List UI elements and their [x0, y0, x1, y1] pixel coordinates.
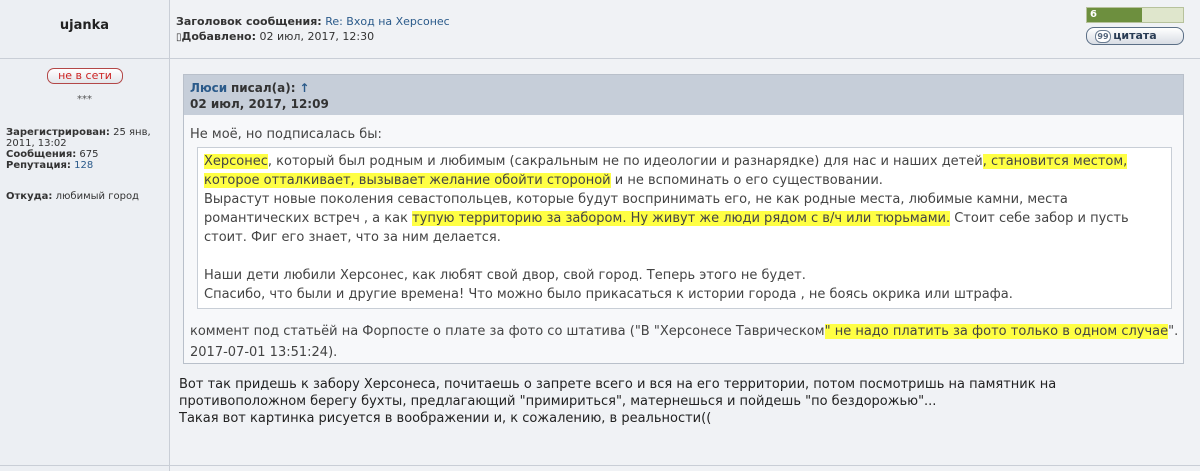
quote-source-note: коммент под статьёй на Форпосте о плате …: [190, 321, 1180, 363]
quote-intro: Не моё, но подписалась бы:: [190, 127, 382, 142]
rating-bar: 6: [1086, 7, 1184, 23]
quote-button-label: цитата: [1113, 29, 1157, 42]
speech-bubble-icon: 99: [1095, 30, 1111, 43]
user-profile-info: Зарегистрирован: 25 янв, 2011, 13:02 Соо…: [6, 127, 166, 202]
status-badge: не в сети: [47, 68, 123, 84]
rating-value: 6: [1090, 9, 1097, 20]
quote-author[interactable]: Люси: [190, 81, 227, 95]
added-date: 02 июл, 2017, 12:30: [259, 30, 375, 43]
forum-post: ujanka Заголовок сообщения: Re: Вход на …: [0, 0, 1200, 471]
post-line: Вот так придешь к забору Херсонеса, почи…: [179, 377, 1057, 392]
from-label: Откуда:: [6, 191, 53, 202]
highlight: тупую территорию за забором. Ну живут же…: [412, 211, 951, 226]
divider: [0, 465, 1200, 466]
messages-value: 675: [79, 149, 99, 160]
nested-quote-paragraph: Спасибо, что были и другие времена! Что …: [204, 287, 1013, 302]
messages-label: Сообщения:: [6, 149, 77, 160]
nested-quote-paragraph: Наши дети любили Херсонес, как любят сво…: [204, 268, 806, 283]
text: , который был родным и любимым (сакральн…: [267, 154, 983, 169]
text: и не вспоминать о его существовании.: [610, 173, 883, 188]
user-rank-stars: ***: [77, 94, 92, 105]
highlight: " не надо платить за фото только в одном…: [824, 324, 1169, 339]
arrow-up-icon[interactable]: ↑: [299, 81, 309, 95]
subject-link[interactable]: Re: Вход на Херсонес: [325, 15, 450, 28]
quote-wrote: писал(а):: [230, 81, 296, 95]
highlight: Херсонес: [204, 154, 268, 169]
quote-header: Люси писал(а): ↑ 02 июл, 2017, 12:09: [184, 75, 1183, 115]
registered-label: Зарегистрирован:: [6, 127, 110, 138]
quote-date: 02 июл, 2017, 12:09: [190, 97, 329, 111]
nested-quote-paragraph: Вырастут новые поколения севастопольцев,…: [204, 190, 1164, 247]
reputation-value[interactable]: 128: [74, 160, 93, 171]
from-value: любимый город: [55, 191, 139, 202]
text: коммент под статьёй на Форпосте о плате …: [190, 324, 825, 339]
post-line: противоположном берегу бухты, предлагающ…: [179, 394, 937, 409]
post-body: Вот так придешь к забору Херсонеса, почи…: [179, 376, 1189, 427]
nested-quote-paragraph: Херсонес, который был родным и любимым (…: [204, 152, 1164, 190]
subject-label: Заголовок сообщения:: [176, 15, 322, 28]
post-line: Такая вот картинка рисуется в воображени…: [179, 411, 712, 426]
post-header: Заголовок сообщения: Re: Вход на Херсоне…: [176, 14, 450, 45]
nested-quote: Херсонес, который был родным и любимым (…: [197, 147, 1172, 309]
added-label: Добавлено:: [181, 30, 257, 43]
quote-block: Люси писал(а): ↑ 02 июл, 2017, 12:09 Не …: [183, 74, 1184, 364]
reputation-label: Репутация:: [6, 160, 71, 171]
author-username[interactable]: ujanka: [0, 18, 169, 33]
quote-button[interactable]: 99 цитата: [1086, 27, 1184, 45]
